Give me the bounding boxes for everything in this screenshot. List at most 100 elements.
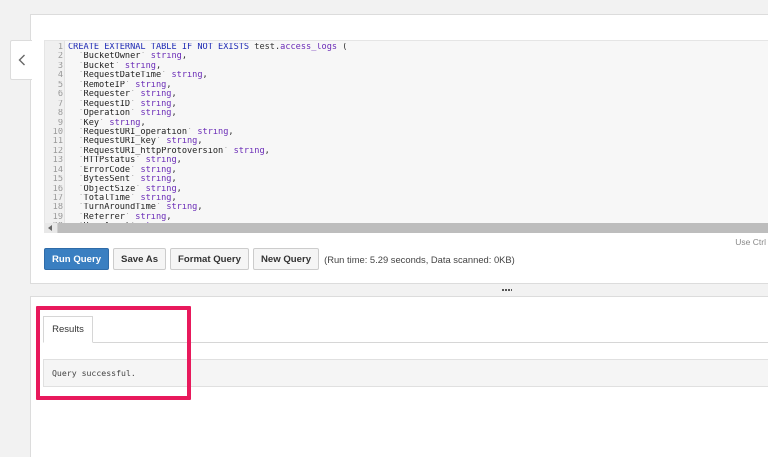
code-token: `BytesSent` <box>68 175 141 185</box>
line-number: 2 <box>57 52 63 62</box>
code-line: `Operation` string, <box>68 109 768 118</box>
code-token: string <box>140 175 172 185</box>
line-number: 18 <box>52 203 63 213</box>
collapse-sidebar-button[interactable] <box>10 40 32 80</box>
code-token: string <box>140 99 172 109</box>
code-token: `HTTPstatus` <box>68 156 146 166</box>
save-as-button[interactable]: Save As <box>113 248 167 270</box>
highlight-annotation-box <box>36 306 191 400</box>
line-number: 6 <box>57 90 63 100</box>
code-token: `RequestURI_operation` <box>68 127 198 137</box>
code-token: , <box>140 118 146 128</box>
code-token: , <box>176 156 182 166</box>
code-token: `TotalTime` <box>68 194 141 203</box>
line-number: 11 <box>52 137 63 147</box>
scroll-left-button[interactable] <box>44 223 58 233</box>
code-token: , <box>171 165 177 175</box>
code-token: string <box>166 203 198 213</box>
query-editor-panel: 123456789101112131415161718192021 CREATE… <box>30 14 768 284</box>
line-number: 10 <box>52 127 63 137</box>
code-token: string <box>233 146 265 156</box>
code-token: access_logs <box>280 43 338 52</box>
drag-handle-icon <box>502 289 512 291</box>
line-number: 5 <box>57 80 63 90</box>
code-token: , <box>171 90 177 100</box>
query-toolbar: Run Query Save As Format Query New Query… <box>44 248 515 270</box>
horizontal-scrollbar[interactable] <box>44 223 768 233</box>
code-token: string <box>166 137 198 147</box>
code-token: `RequestURI_key` <box>68 137 167 147</box>
code-line: `RequestURI_operation` string, <box>68 128 768 137</box>
line-number: 15 <box>52 175 63 185</box>
code-token: `RemoteIP` <box>68 80 136 90</box>
code-token: `RequestURI_httpProtoversion` <box>68 146 234 156</box>
code-token: CREATE EXTERNAL TABLE IF NOT EXISTS <box>68 43 255 52</box>
code-line: `BytesSent` string, <box>68 175 768 184</box>
code-token: string <box>197 127 229 137</box>
code-token: string <box>171 71 203 81</box>
code-token: `Referrer` <box>68 212 136 222</box>
code-token: , <box>202 71 208 81</box>
code-token: `Bucket` <box>68 61 125 71</box>
code-token: , <box>228 127 234 137</box>
code-token: , <box>155 61 162 71</box>
panel-splitter[interactable] <box>500 286 514 294</box>
code-token: string <box>145 156 177 166</box>
code-token: , <box>171 99 177 109</box>
code-token: , <box>171 109 177 119</box>
line-number: 14 <box>52 165 63 175</box>
code-line: `TotalTime` string, <box>68 194 768 203</box>
code-token: string <box>150 52 182 62</box>
line-number: 9 <box>57 118 63 128</box>
code-token: string <box>145 184 177 194</box>
code-line: `Referrer` string, <box>68 213 768 222</box>
line-numbers: 123456789101112131415161718192021 <box>45 43 63 231</box>
caret-left-icon <box>48 225 52 231</box>
line-number: 13 <box>52 156 63 166</box>
sql-code-editor[interactable]: 123456789101112131415161718192021 CREATE… <box>44 40 768 232</box>
code-token: `RequestDateTime` <box>68 71 172 81</box>
code-token: string <box>140 194 172 203</box>
code-line: `RequestURI_key` string, <box>68 137 768 146</box>
code-token: string <box>109 118 141 128</box>
code-line: `ObjectSize` string, <box>68 185 768 194</box>
code-line: `Key` string, <box>68 119 768 128</box>
code-token: `TurnAroundTime` <box>68 203 167 213</box>
line-number: 19 <box>52 212 63 222</box>
code-line: `TurnAroundTime` string, <box>68 203 768 212</box>
code-line: `RequestURI_httpProtoversion` string, <box>68 147 768 156</box>
line-number: 17 <box>52 194 63 203</box>
line-number: 4 <box>57 71 63 81</box>
code-line: `RequestID` string, <box>68 100 768 109</box>
code-token: `Requester` <box>68 90 141 100</box>
code-token: string <box>124 61 156 71</box>
code-token: test <box>254 43 275 52</box>
code-line: `RemoteIP` string, <box>68 81 768 90</box>
code-token: , <box>176 184 182 194</box>
code-token: , <box>181 52 188 62</box>
line-number: 3 <box>57 61 63 71</box>
new-query-button[interactable]: New Query <box>252 248 320 270</box>
code-line: `Bucket` string, <box>68 62 768 71</box>
code-token: , <box>171 194 177 203</box>
shortcut-hint: Use Ctrl <box>735 237 766 247</box>
run-query-button[interactable]: Run Query <box>44 248 110 270</box>
code-line: `RequestDateTime` string, <box>68 71 768 80</box>
code-token: `Operation` <box>68 109 141 119</box>
chevron-left-icon <box>18 54 25 66</box>
code-token: string <box>140 90 172 100</box>
line-number: 16 <box>52 184 63 194</box>
line-number: 8 <box>57 109 63 119</box>
code-line: `Requester` string, <box>68 90 768 99</box>
code-token: , <box>166 212 172 222</box>
format-query-button[interactable]: Format Query <box>170 248 249 270</box>
code-token: , <box>197 137 203 147</box>
code-line: `HTTPstatus` string, <box>68 156 768 165</box>
code-token: `BucketOwner` <box>68 52 151 62</box>
code-line: `BucketOwner` string, <box>68 52 768 61</box>
code-token: , <box>197 203 203 213</box>
code-token: , <box>264 146 270 156</box>
code-token: , <box>166 80 172 90</box>
code-lines: CREATE EXTERNAL TABLE IF NOT EXISTS test… <box>68 43 768 231</box>
code-token: string <box>140 109 172 119</box>
